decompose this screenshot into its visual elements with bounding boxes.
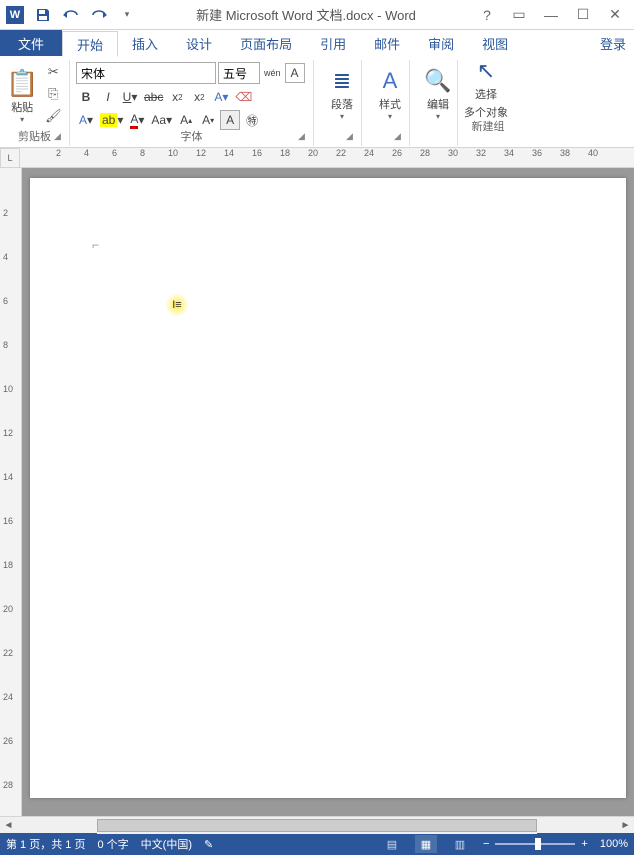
copy-button[interactable]: ⎘ bbox=[42, 84, 64, 104]
group-newgroup: ↖ 选择 多个对象 新建组 bbox=[458, 60, 518, 146]
minimize-button[interactable]: — bbox=[536, 4, 566, 26]
clear-formatting-button[interactable]: ⌫ bbox=[233, 87, 254, 107]
cut-button[interactable]: ✂ bbox=[42, 62, 64, 82]
status-word-count[interactable]: 0 个字 bbox=[97, 836, 128, 852]
horizontal-scrollbar[interactable]: ◄ ► bbox=[0, 816, 634, 833]
ribbon-display-button[interactable]: ▭ bbox=[504, 4, 534, 26]
group-styles: A 样式 ▾ ◢ bbox=[362, 60, 410, 146]
binoculars-icon: 🔍 bbox=[424, 68, 451, 94]
window-controls: ? ▭ — ☐ ✕ bbox=[472, 4, 634, 26]
help-button[interactable]: ? bbox=[472, 4, 502, 26]
font-size-combo[interactable] bbox=[218, 62, 260, 84]
status-language[interactable]: 中文(中国) bbox=[141, 836, 192, 852]
tab-selector[interactable]: L bbox=[0, 148, 20, 168]
character-border-button[interactable]: A bbox=[285, 63, 305, 83]
font-launcher[interactable]: ◢ bbox=[298, 131, 310, 143]
copy-icon: ⎘ bbox=[48, 86, 58, 102]
tab-home[interactable]: 开始 bbox=[62, 31, 118, 57]
group-clipboard: 📋 粘贴 ▾ ✂ ⎘ 🖌 剪贴板 ◢ bbox=[0, 60, 70, 146]
character-shading-button[interactable]: A bbox=[220, 110, 240, 130]
mouse-cursor-highlight bbox=[165, 293, 189, 317]
styles-icon: A bbox=[383, 68, 398, 94]
zoom-in-button[interactable]: + bbox=[581, 838, 587, 850]
qat-customize-button[interactable]: ▾ bbox=[114, 2, 140, 28]
change-case-button[interactable]: Aa▾ bbox=[149, 110, 174, 130]
tab-insert[interactable]: 插入 bbox=[118, 30, 172, 56]
view-print-layout[interactable]: ▦ bbox=[415, 835, 437, 853]
close-button[interactable]: ✕ bbox=[600, 4, 630, 26]
clipboard-icon: 📋 bbox=[6, 68, 38, 99]
scroll-thumb[interactable] bbox=[97, 819, 537, 832]
bold-button[interactable]: B bbox=[76, 87, 96, 107]
tab-references[interactable]: 引用 bbox=[306, 30, 360, 56]
statusbar: 第 1 页，共 1 页 0 个字 中文(中国) ✎ ▤ ▦ ▥ − + 100% bbox=[0, 833, 634, 855]
document-area: 246810121416182022242628 ⌐ bbox=[0, 168, 634, 816]
tab-file[interactable]: 文件 bbox=[0, 30, 62, 56]
font-color-button[interactable]: A▾ bbox=[127, 110, 147, 130]
clipboard-launcher[interactable]: ◢ bbox=[54, 131, 66, 143]
group-font: wén A B I U▾ abc x2 x2 A▾ ⌫ A▾ ab▾ A▾ Aa… bbox=[70, 60, 314, 146]
view-web-layout[interactable]: ▥ bbox=[449, 835, 471, 853]
styles-launcher[interactable]: ◢ bbox=[394, 131, 406, 143]
scissors-icon: ✂ bbox=[48, 64, 59, 80]
strikethrough-button[interactable]: abc bbox=[142, 87, 165, 107]
paragraph-button[interactable]: ≣ 段落 ▾ bbox=[320, 62, 364, 126]
titlebar: W ▾ 新建 Microsoft Word 文档.docx - Word ? ▭… bbox=[0, 0, 634, 30]
word-app-icon: W bbox=[6, 6, 24, 24]
scroll-right-button[interactable]: ► bbox=[617, 817, 634, 834]
ribbon: 📋 粘贴 ▾ ✂ ⎘ 🖌 剪贴板 ◢ wén A B I U bbox=[0, 56, 634, 148]
tab-layout[interactable]: 页面布局 bbox=[226, 30, 306, 56]
select-objects-button[interactable]: ↖ 选择 多个对象 bbox=[464, 62, 508, 116]
enclose-characters-button[interactable]: ㊕ bbox=[242, 110, 262, 130]
text-cursor: ⌐ bbox=[92, 238, 99, 252]
paragraph-icon: ≣ bbox=[333, 68, 351, 94]
zoom-thumb[interactable] bbox=[535, 838, 541, 850]
format-painter-button[interactable]: 🖌 bbox=[42, 106, 64, 126]
zoom-slider[interactable]: − + bbox=[483, 838, 588, 850]
group-paragraph: ≣ 段落 ▾ ◢ bbox=[314, 60, 362, 146]
font-name-combo[interactable] bbox=[76, 62, 216, 84]
quick-access-toolbar: ▾ bbox=[30, 2, 140, 28]
redo-button[interactable] bbox=[86, 2, 112, 28]
phonetic-guide-button[interactable]: wén bbox=[262, 63, 283, 83]
page[interactable]: ⌐ bbox=[30, 178, 626, 798]
tab-review[interactable]: 审阅 bbox=[414, 30, 468, 56]
status-insert-icon[interactable]: ✎ bbox=[204, 838, 213, 851]
tab-view[interactable]: 视图 bbox=[468, 30, 522, 56]
ruler-horizontal[interactable]: L 246810121416182022242628303234363840 bbox=[0, 148, 634, 168]
scroll-left-button[interactable]: ◄ bbox=[0, 817, 17, 834]
view-read-mode[interactable]: ▤ bbox=[381, 835, 403, 853]
highlight-button[interactable]: ab▾ bbox=[98, 110, 125, 130]
zoom-out-button[interactable]: − bbox=[483, 838, 489, 850]
underline-button[interactable]: U▾ bbox=[120, 87, 140, 107]
group-editing: 🔍 编辑 ▾ bbox=[410, 60, 458, 146]
editing-button[interactable]: 🔍 编辑 ▾ bbox=[416, 62, 460, 126]
document-scroll[interactable]: ⌐ bbox=[22, 168, 634, 816]
subscript-button[interactable]: x2 bbox=[167, 87, 187, 107]
tab-design[interactable]: 设计 bbox=[172, 30, 226, 56]
undo-button[interactable] bbox=[58, 2, 84, 28]
brush-icon: 🖌 bbox=[45, 108, 62, 124]
zoom-level[interactable]: 100% bbox=[600, 838, 628, 850]
paste-button[interactable]: 📋 粘贴 ▾ bbox=[6, 62, 38, 130]
ribbon-tabs: 文件 开始 插入 设计 页面布局 引用 邮件 审阅 视图 登录 bbox=[0, 30, 634, 56]
styles-button[interactable]: A 样式 ▾ bbox=[368, 62, 412, 126]
tab-mailings[interactable]: 邮件 bbox=[360, 30, 414, 56]
save-button[interactable] bbox=[30, 2, 56, 28]
italic-button[interactable]: I bbox=[98, 87, 118, 107]
shrink-font-button[interactable]: A▾ bbox=[198, 110, 218, 130]
font-color-a-button[interactable]: A▾ bbox=[76, 110, 96, 130]
text-effects-button[interactable]: A▾ bbox=[211, 87, 231, 107]
superscript-button[interactable]: x2 bbox=[189, 87, 209, 107]
login-link[interactable]: 登录 bbox=[600, 34, 626, 53]
grow-font-button[interactable]: A▴ bbox=[176, 110, 196, 130]
ruler-vertical[interactable]: 246810121416182022242628 bbox=[0, 168, 22, 816]
paragraph-launcher[interactable]: ◢ bbox=[346, 131, 358, 143]
status-page[interactable]: 第 1 页，共 1 页 bbox=[6, 836, 85, 852]
cursor-icon: ↖ bbox=[477, 58, 495, 84]
maximize-button[interactable]: ☐ bbox=[568, 4, 598, 26]
window-title: 新建 Microsoft Word 文档.docx - Word bbox=[140, 5, 472, 24]
